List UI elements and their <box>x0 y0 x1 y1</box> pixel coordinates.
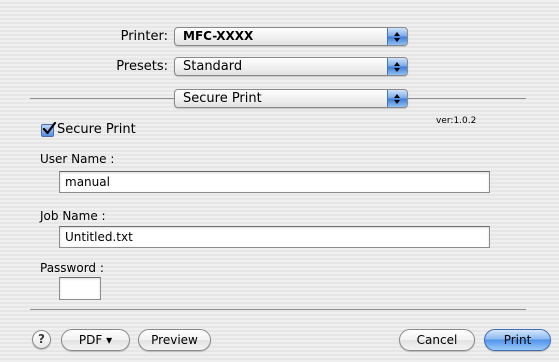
pdf-button[interactable]: PDF ▾ <box>61 329 130 351</box>
popup-arrows-icon <box>387 58 407 75</box>
secure-print-label: Secure Print <box>57 122 136 137</box>
job-name-field[interactable]: Untitled.txt <box>59 226 490 248</box>
user-name-field[interactable]: manual <box>59 171 490 193</box>
print-button[interactable]: Print <box>484 329 551 351</box>
printer-value: MFC-XXXX <box>183 29 254 43</box>
checkmark-icon <box>42 121 57 135</box>
popup-arrows-icon <box>387 28 407 45</box>
user-name-label: User Name : <box>40 152 115 166</box>
presets-popup[interactable]: Standard <box>174 57 408 76</box>
preview-button[interactable]: Preview <box>138 329 211 351</box>
panel-popup[interactable]: Secure Print <box>174 89 408 108</box>
printer-popup[interactable]: MFC-XXXX <box>174 27 408 46</box>
panel-value: Secure Print <box>183 91 262 106</box>
password-field[interactable] <box>59 277 101 300</box>
job-name-label: Job Name : <box>40 209 106 223</box>
printer-label: Printer: <box>120 29 168 44</box>
secure-print-checkbox[interactable] <box>41 121 57 137</box>
section-divider-left <box>30 98 175 99</box>
help-button[interactable]: ? <box>32 330 51 349</box>
footer-divider <box>30 309 526 310</box>
presets-value: Standard <box>183 59 243 74</box>
popup-arrows-icon <box>387 90 407 107</box>
version-text: ver:1.0.2 <box>436 116 477 126</box>
presets-label: Presets: <box>116 59 168 74</box>
cancel-button[interactable]: Cancel <box>399 329 475 351</box>
password-label: Password : <box>40 261 104 275</box>
section-divider-right <box>408 98 526 99</box>
